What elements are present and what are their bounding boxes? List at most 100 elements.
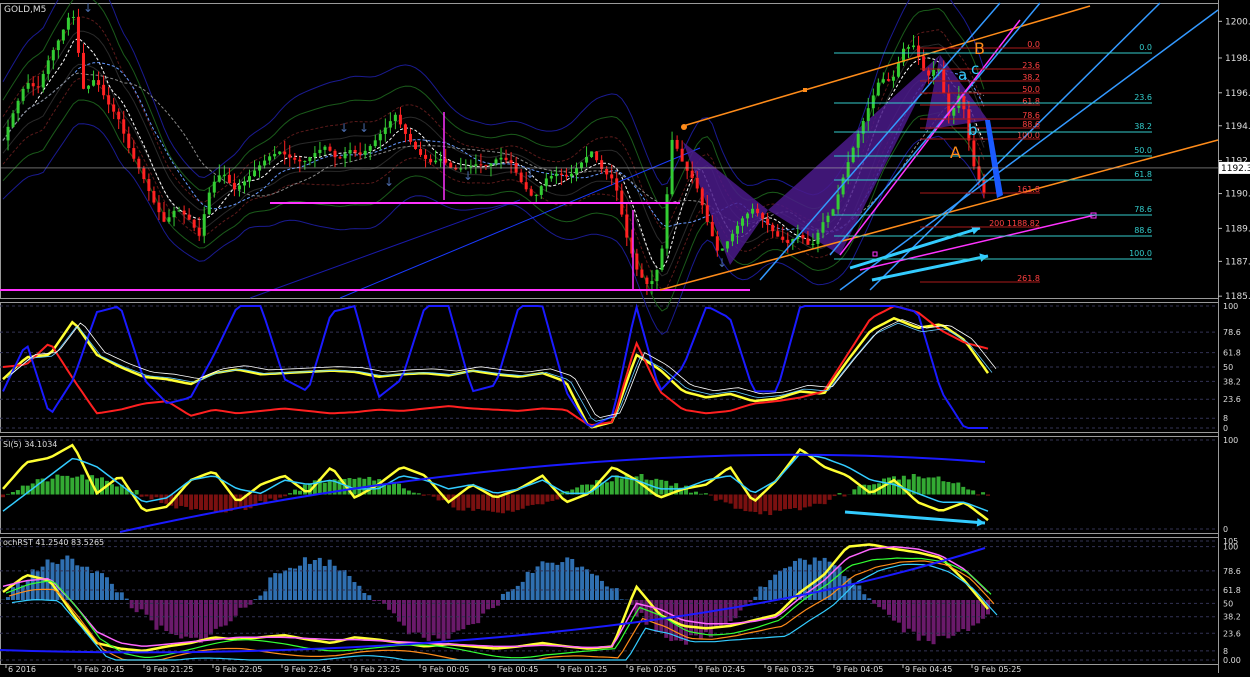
candle-body [580,163,583,169]
rsi-histogram-bar [971,490,975,494]
stochrsi-histogram-bar [912,600,916,632]
candle-body [409,134,412,142]
rsi-histogram-bar [75,477,79,495]
candle-body [303,161,306,162]
rsi-histogram-bar [516,495,520,511]
stochrsi-histogram-bar [550,563,554,600]
candle-body [696,178,699,189]
rsi-histogram-bar [828,495,832,500]
rsi-histogram-bar [630,479,634,494]
stochrsi-histogram-bar [199,600,203,643]
time-tick-label: 9 Feb 21:25 [146,665,193,673]
candle-body [147,179,150,191]
rsi-histogram-bar [486,495,490,511]
rsi-histogram-bar [189,495,193,510]
rsi-histogram-bar [605,482,609,494]
stochrsi-histogram-bar [308,564,312,600]
candle-body [273,154,276,156]
candle-body [691,171,694,178]
rsi-histogram-bar [550,495,554,501]
stochrsi-histogram-bar [521,582,525,600]
pattern-label-A: A [950,143,961,162]
stochrsi-histogram-bar [85,567,89,600]
rsi-histogram-bar [932,478,936,495]
stochrsi-pane-label: ochRST 41.2540 83.5265 [3,538,104,547]
current-price-text: 1192.3 [1221,164,1250,174]
candle-body [344,154,347,159]
rsi-histogram-bar [412,493,416,495]
indicator-tick-label: 61.8 [1223,586,1241,595]
rsi-histogram-bar [887,478,891,495]
price-tick-label: 1200.3 [1225,17,1250,27]
candle-body [253,171,256,177]
candle-body [751,209,754,214]
rsi-histogram-bar [704,493,708,494]
time-tick-label: 9 Feb 04:05 [836,665,883,673]
candle-body [52,50,55,60]
rsi-histogram-bar [184,495,188,507]
candle-body [575,168,578,174]
fib-level-label: 88.6 [1134,226,1152,235]
stochrsi-histogram-bar [90,573,94,600]
candle-body [72,17,75,18]
rsi-histogram-bar [402,488,406,494]
candle-body [907,47,910,49]
rsi-histogram-bar [664,481,668,495]
stochrsi-histogram-bar [273,573,277,600]
time-tick-label: 9 Feb 03:25 [767,665,814,673]
rsi-histogram-bar [813,495,817,504]
indicator-tick-label: 0 [1223,424,1228,433]
candle-body [827,216,830,222]
chart-canvas[interactable]: 1200.31198.31196.41194.61192.71190.91189… [0,0,1250,673]
rsi-histogram-bar [110,484,114,494]
candle-body [650,281,653,284]
rsi-histogram-bar [838,493,842,494]
rsi-histogram-bar [80,475,84,495]
candle-body [7,127,10,141]
time-tick-label: 9 Feb 20:45 [77,665,124,673]
stochrsi-histogram-bar [214,600,218,629]
stochrsi-histogram-bar [105,577,109,600]
indicator-tick-label: 0 [1223,525,1228,534]
stochrsi-histogram-bar [159,600,163,626]
stochrsi-histogram-bar [293,569,297,600]
rsi-histogram-bar [778,495,782,511]
rsi-histogram-bar [768,495,772,516]
rsi-histogram-bar [526,495,530,506]
candle-body [389,121,392,127]
stochrsi-histogram-bar [184,600,188,637]
stochrsi-histogram-bar [278,573,282,600]
candle-body [208,193,211,215]
rsi-histogram-bar [694,492,698,495]
candle-body [912,46,915,48]
candle-body [741,218,744,225]
fib-level-label: 23.6 [1134,93,1152,102]
candle-body [746,214,749,219]
candle-body [37,86,40,87]
stochrsi-histogram-bar [209,600,213,635]
stochrsi-histogram-bar [427,600,431,641]
indicator-tick-label: 23.6 [1223,395,1241,404]
stochrsi-histogram-bar [852,585,856,600]
candle-body [168,217,171,222]
candle-body [655,270,658,281]
stochrsi-histogram-bar [857,585,861,600]
stochrsi-histogram-bar [545,563,549,600]
stochrsi-histogram-bar [937,600,941,636]
stochrsi-histogram-bar [748,600,752,602]
candle-body [173,211,176,217]
candle-body [972,140,975,166]
rsi-histogram-bar [214,495,218,513]
candle-body [625,215,628,238]
candle-body [550,176,553,178]
stochrsi-histogram-bar [922,600,926,636]
rsi-histogram-bar [625,474,629,495]
candle-body [67,18,70,30]
candle-body [439,159,442,161]
rsi-histogram-bar [501,495,505,514]
rsi-histogram-bar [852,489,856,494]
stochrsi-histogram-bar [580,567,584,600]
stochrsi-histogram-bar [674,600,678,640]
indicator-tick-label: 0.00 [1223,656,1241,665]
candle-body [399,115,402,125]
